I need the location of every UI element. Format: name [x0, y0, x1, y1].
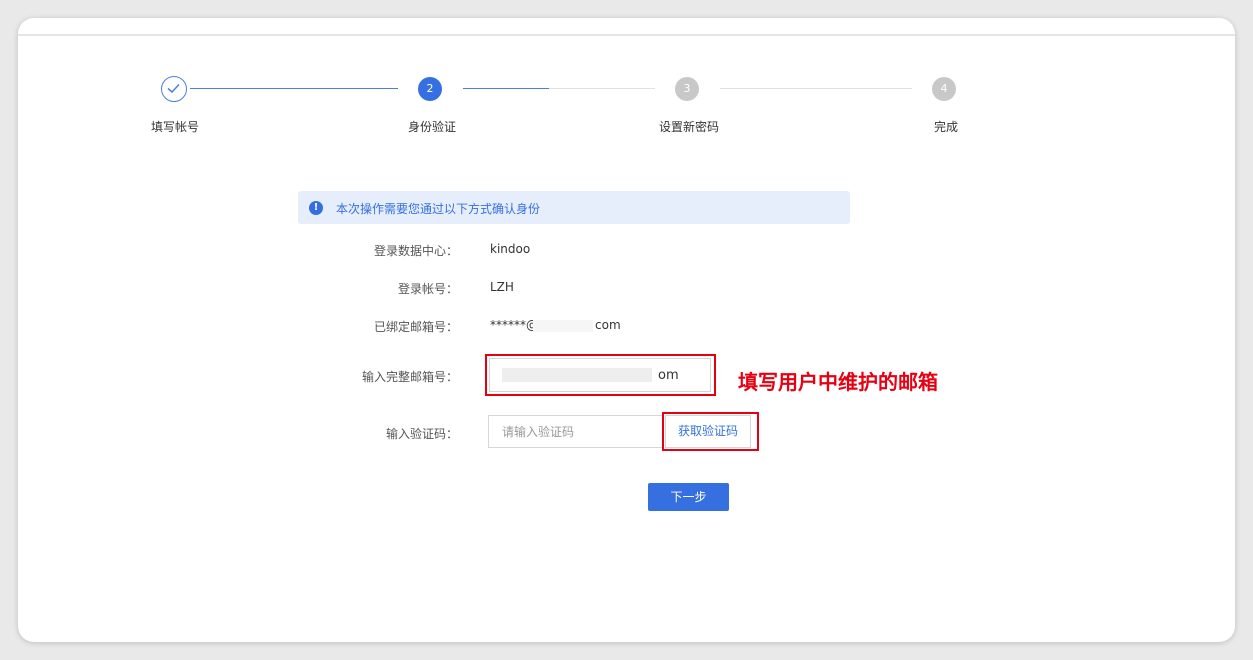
step-3-marker: 3 — [675, 77, 699, 101]
verification-code-input[interactable] — [489, 416, 662, 447]
notice-banner: ! 本次操作需要您通过以下方式确认身份 — [298, 191, 850, 224]
bound-email-label: 已绑定邮箱号： — [373, 320, 458, 334]
account-label: 登录帐号： — [397, 282, 458, 296]
code-label: 输入验证码： — [385, 427, 458, 441]
step-1-check-icon — [161, 76, 187, 102]
datacenter-label: 登录数据中心： — [373, 244, 458, 258]
step-label-identity: 身份验证 — [408, 120, 457, 134]
step-4-marker: 4 — [932, 77, 956, 101]
top-divider — [18, 34, 1235, 36]
step-connector-2-todo — [549, 88, 655, 89]
step-label-new-password: 设置新密码 — [659, 120, 720, 134]
step-2-marker: 2 — [418, 77, 442, 101]
bound-email-prefix: ******@ — [490, 318, 538, 332]
annotation-note: 填写用户中维护的邮箱 — [738, 370, 938, 394]
step-label-fill-account: 填写帐号 — [151, 120, 200, 134]
get-code-button[interactable]: 获取验证码 — [665, 415, 751, 448]
page-card: 2 3 4 填写帐号 身份验证 设置新密码 完成 ! 本次操作需要您通过以下方式… — [18, 18, 1235, 642]
full-email-value-tail: om — [658, 368, 679, 383]
step-label-done: 完成 — [934, 120, 959, 134]
bound-email-redaction — [533, 320, 593, 332]
step-connector-2-done — [463, 88, 549, 89]
full-email-input[interactable]: om — [489, 358, 711, 392]
account-value: LZH — [490, 280, 514, 294]
step-connector-3 — [720, 88, 912, 89]
step-connector-1 — [190, 88, 398, 89]
full-email-label: 输入完整邮箱号： — [361, 370, 458, 384]
info-icon: ! — [309, 201, 323, 215]
datacenter-value: kindoo — [490, 242, 531, 256]
email-redaction — [502, 368, 652, 382]
code-input-wrap[interactable] — [488, 415, 663, 448]
bound-email-suffix: com — [595, 318, 621, 332]
next-button[interactable]: 下一步 — [648, 483, 729, 511]
notice-text: 本次操作需要您通过以下方式确认身份 — [336, 202, 541, 216]
